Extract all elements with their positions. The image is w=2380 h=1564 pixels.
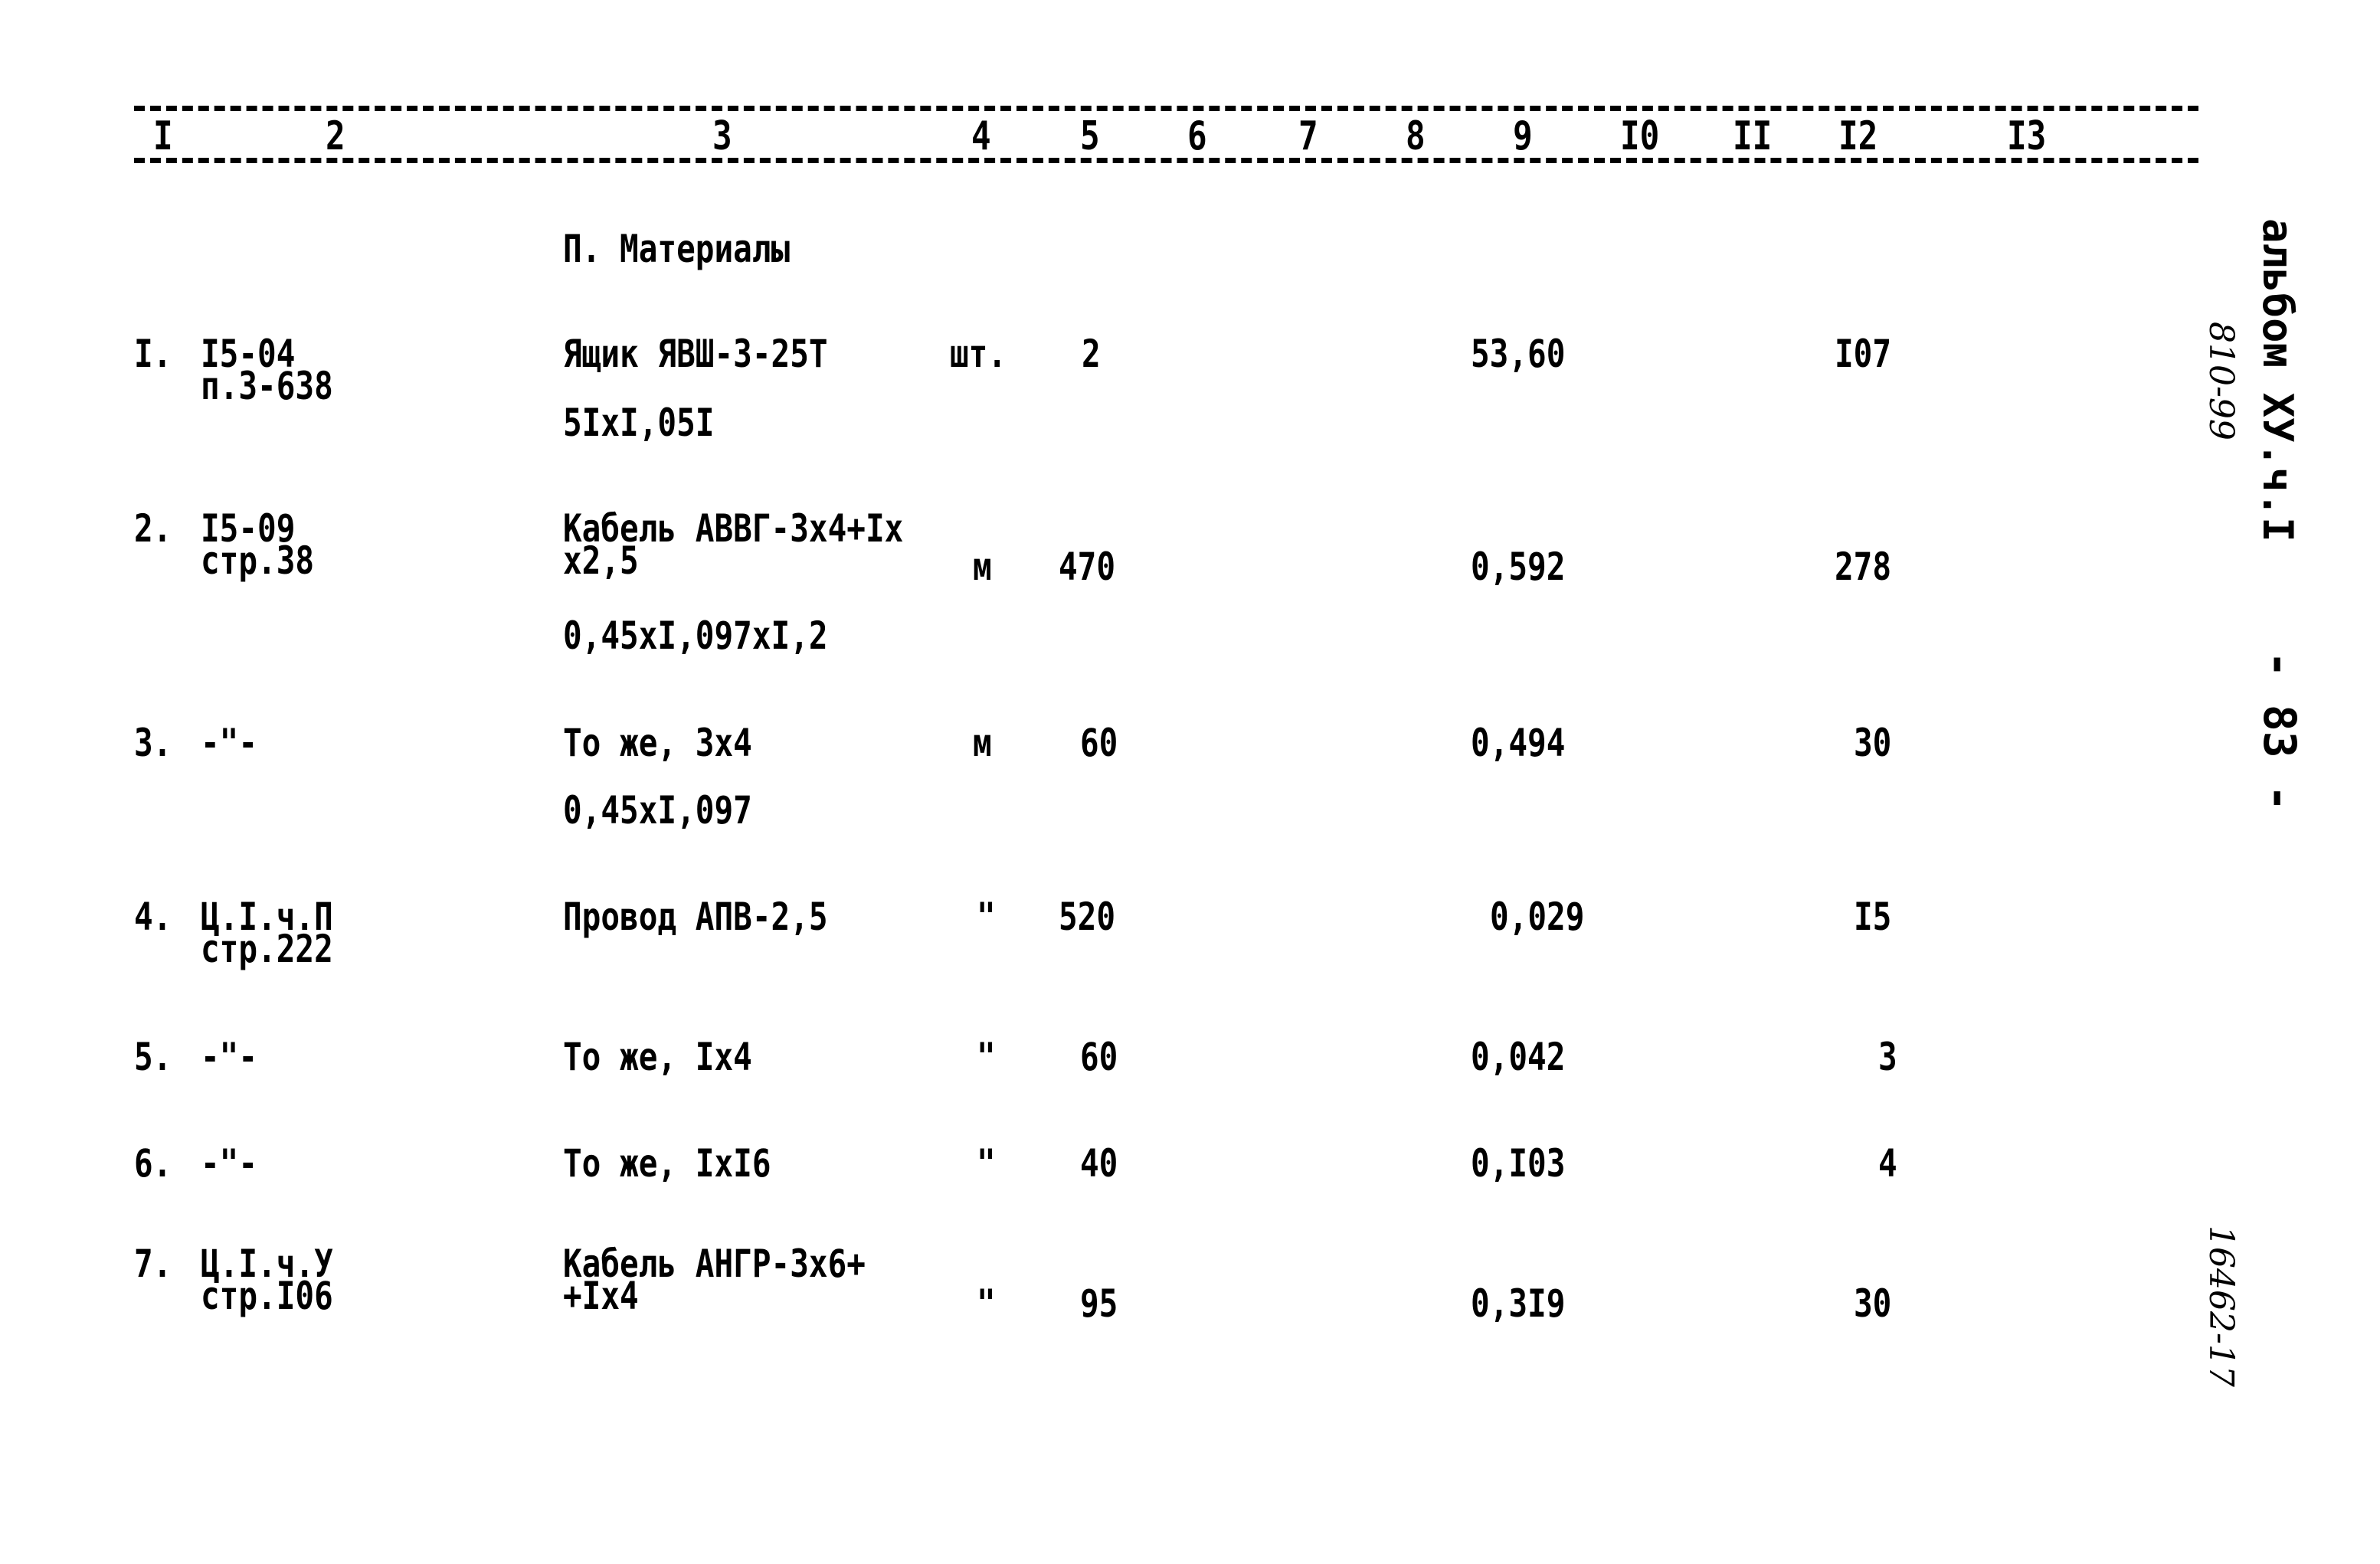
row-reference-2: стр.222 bbox=[201, 927, 333, 971]
row-unit-price: 0,3I9 bbox=[1471, 1281, 1566, 1326]
row-number: 2. bbox=[134, 506, 172, 551]
row-name: То же, Iх4 bbox=[563, 1035, 752, 1079]
row-number: 7. bbox=[134, 1242, 172, 1286]
row-name-2: +Iх4 bbox=[563, 1274, 639, 1318]
row-total: I5 bbox=[1854, 895, 1892, 939]
row-unit: м bbox=[973, 721, 992, 765]
row-quantity: 95 bbox=[1080, 1281, 1118, 1326]
column-header-11: II bbox=[1733, 113, 1773, 159]
row-reference: -"- bbox=[201, 1141, 258, 1186]
row-number: 6. bbox=[134, 1141, 172, 1186]
album-label: альбом ХУ.ч.I bbox=[2254, 218, 2302, 542]
row-unit-price: 0,029 bbox=[1490, 895, 1585, 939]
column-header-2: 2 bbox=[326, 113, 345, 159]
row-unit: м bbox=[973, 545, 992, 589]
row-reference-2: п.3-638 bbox=[201, 364, 333, 408]
row-unit-price: 0,042 bbox=[1471, 1035, 1566, 1079]
row-quantity: 40 bbox=[1080, 1141, 1118, 1186]
row-name: То же, 3х4 bbox=[563, 721, 752, 765]
row-number: 3. bbox=[134, 721, 172, 765]
row-unit: " bbox=[977, 1141, 996, 1186]
column-header-12: I2 bbox=[1838, 113, 1878, 159]
column-header-5: 5 bbox=[1080, 113, 1100, 159]
row-number: I. bbox=[134, 332, 172, 376]
row-total: 4 bbox=[1878, 1141, 1897, 1186]
column-header-9: 9 bbox=[1513, 113, 1533, 159]
column-header-1: I bbox=[153, 113, 173, 159]
row-total: 30 bbox=[1854, 721, 1892, 765]
row-total: 30 bbox=[1854, 1281, 1892, 1326]
row-number: 5. bbox=[134, 1035, 172, 1079]
column-header-8: 8 bbox=[1406, 113, 1426, 159]
row-unit-price: 0,592 bbox=[1471, 545, 1566, 589]
row-reference: -"- bbox=[201, 721, 258, 765]
row-total: 278 bbox=[1835, 545, 1892, 589]
column-header-3: 3 bbox=[712, 113, 732, 159]
column-header-10: I0 bbox=[1620, 113, 1660, 159]
handwritten-note-bottom: 16462-17 bbox=[2202, 1225, 2241, 1387]
row-total: 3 bbox=[1878, 1035, 1897, 1079]
header-rule-top bbox=[134, 106, 2198, 111]
row-name-2: х2,5 bbox=[563, 538, 639, 583]
row-unit-price: 53,60 bbox=[1471, 332, 1566, 376]
row-quantity: 470 bbox=[1059, 545, 1116, 589]
header-rule-bottom bbox=[134, 158, 2198, 163]
row-formula: 5IxI,05I bbox=[563, 401, 715, 445]
row-unit: " bbox=[977, 1035, 996, 1079]
row-name: То же, IхI6 bbox=[563, 1141, 771, 1186]
row-unit: " bbox=[977, 1281, 996, 1326]
column-header-6: 6 bbox=[1187, 113, 1207, 159]
row-name: Провод АПВ-2,5 bbox=[563, 895, 828, 939]
row-unit: шт. bbox=[950, 332, 1007, 376]
section-title: П. Материалы bbox=[563, 227, 791, 271]
row-formula: 0,45xI,097xI,2 bbox=[563, 613, 828, 658]
column-header-4: 4 bbox=[971, 113, 991, 159]
row-quantity: 2 bbox=[1082, 332, 1101, 376]
row-name: Ящик ЯВШ-3-25Т bbox=[563, 332, 828, 376]
row-quantity: 520 bbox=[1059, 895, 1116, 939]
column-header-7: 7 bbox=[1298, 113, 1318, 159]
row-unit: " bbox=[977, 895, 996, 939]
row-unit-price: 0,I03 bbox=[1471, 1141, 1566, 1186]
page-number: - 83 - bbox=[2254, 651, 2306, 812]
row-total: I07 bbox=[1835, 332, 1892, 376]
column-header-13: I3 bbox=[2007, 113, 2047, 159]
row-number: 4. bbox=[134, 895, 172, 939]
row-unit-price: 0,494 bbox=[1471, 721, 1566, 765]
row-reference-2: стр.I06 bbox=[201, 1274, 333, 1318]
row-reference: -"- bbox=[201, 1035, 258, 1079]
row-formula: 0,45xI,097 bbox=[563, 788, 752, 833]
handwritten-note-top: 810-99 bbox=[2202, 322, 2241, 440]
row-quantity: 60 bbox=[1080, 1035, 1118, 1079]
row-reference-2: стр.38 bbox=[201, 538, 315, 583]
row-quantity: 60 bbox=[1080, 721, 1118, 765]
